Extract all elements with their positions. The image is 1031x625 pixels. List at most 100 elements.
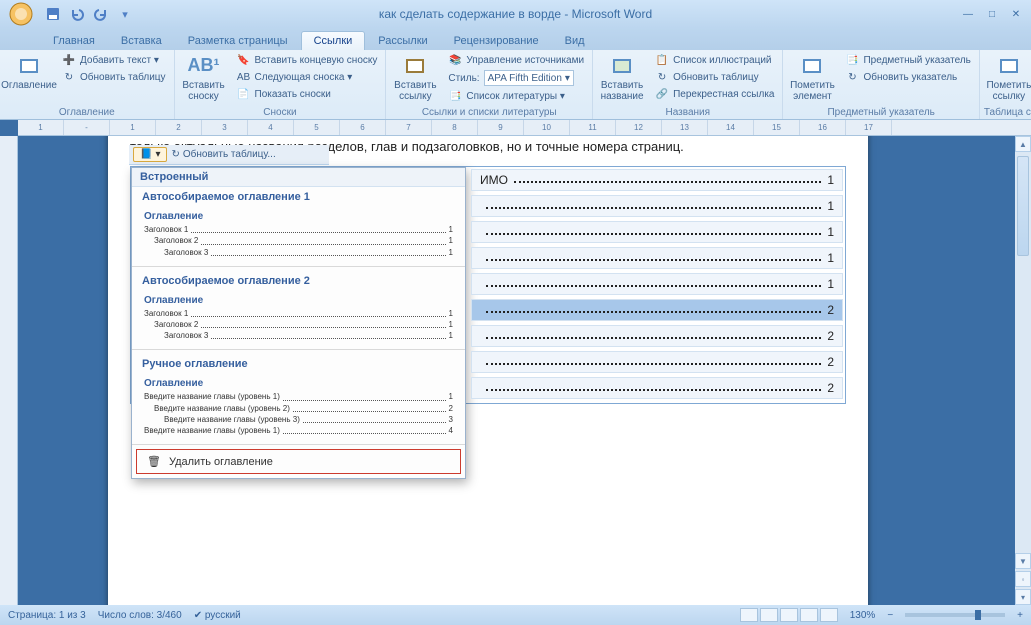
scroll-up-button[interactable]: ▲ xyxy=(1015,136,1031,152)
mark-citation-button[interactable]: Пометить ссылку xyxy=(984,52,1031,104)
toc-entry[interactable]: ИМО1 xyxy=(471,169,843,191)
refresh-icon: ↻ xyxy=(171,149,179,160)
status-lang[interactable]: ✔ русский xyxy=(194,610,241,621)
gallery-preview[interactable]: ОглавлениеЗаголовок 11Заголовок 21Заголо… xyxy=(144,293,453,342)
toc-entry[interactable]: 1 xyxy=(471,221,843,243)
title-bar: ▾ как сделать содержание в ворде - Micro… xyxy=(0,0,1031,28)
mark-entry-button[interactable]: Пометить элемент xyxy=(787,52,837,104)
tab-вид[interactable]: Вид xyxy=(552,31,598,50)
close-button[interactable]: ✕ xyxy=(1005,6,1027,22)
tab-рассылки[interactable]: Рассылки xyxy=(365,31,440,50)
mark-cite-icon xyxy=(995,54,1023,78)
redo-icon[interactable] xyxy=(92,5,110,23)
bibliography-button[interactable]: 📑Список литературы ▾ xyxy=(444,88,588,104)
draft-view[interactable] xyxy=(820,608,838,622)
toc-entry[interactable]: 1 xyxy=(471,247,843,269)
toc-entry[interactable]: 1 xyxy=(471,273,843,295)
vertical-scrollbar[interactable]: ▲ ▼ ◦ ▾ xyxy=(1015,136,1031,605)
cross-reference-button[interactable]: 🔗Перекрестная ссылка xyxy=(651,86,778,102)
ribbon-tabs: ГлавнаяВставкаРазметка страницыСсылкиРас… xyxy=(0,28,1031,50)
toc-entry[interactable]: 2 xyxy=(471,377,843,399)
group-footnotes: AB¹ Вставить сноску 🔖Вставить концевую с… xyxy=(175,50,387,119)
group-captions: Вставить название 📋Список иллюстраций ↻О… xyxy=(593,50,783,119)
style-dropdown[interactable]: Стиль: APA Fifth Edition▾ xyxy=(444,69,588,87)
footnote-icon: AB¹ xyxy=(190,54,218,78)
toc-icon xyxy=(15,54,43,78)
zoom-level[interactable]: 130% xyxy=(850,610,876,621)
tab-главная[interactable]: Главная xyxy=(40,31,108,50)
remove-toc-action[interactable]: 🗑Удалить оглавление xyxy=(136,449,461,474)
citation-icon xyxy=(401,54,429,78)
figure-list-button[interactable]: 📋Список иллюстраций xyxy=(651,52,778,68)
status-bar: Страница: 1 из 3 Число слов: 3/460 ✔ рус… xyxy=(0,605,1031,625)
qat-more-icon[interactable]: ▾ xyxy=(116,5,134,23)
book-icon: 📘 xyxy=(140,149,152,160)
zoom-slider[interactable] xyxy=(905,613,1005,617)
gallery-item-title[interactable]: Ручное оглавление xyxy=(132,354,465,372)
print-layout-view[interactable] xyxy=(740,608,758,622)
plus-icon: ➕ xyxy=(62,53,76,67)
gallery-preview[interactable]: ОглавлениеВведите название главы (уровен… xyxy=(144,376,453,436)
document-canvas: только актуальные названия разделов, гла… xyxy=(18,136,1015,605)
toc-entry[interactable]: 2 xyxy=(471,299,843,321)
update-caption-table-button[interactable]: ↻Обновить таблицу xyxy=(651,69,778,85)
toc-entry[interactable]: 2 xyxy=(471,351,843,373)
vertical-ruler[interactable] xyxy=(0,136,18,605)
gallery-preview[interactable]: ОглавлениеЗаголовок 11Заголовок 21Заголо… xyxy=(144,209,453,258)
next-page-button[interactable]: ▾ xyxy=(1015,589,1031,605)
scroll-thumb[interactable] xyxy=(1017,156,1029,256)
group-citations: Вставить ссылку 📚Управление источниками … xyxy=(386,50,593,119)
scroll-down-button[interactable]: ▼ xyxy=(1015,553,1031,569)
toc-entry[interactable]: 1 xyxy=(471,195,843,217)
gallery-item-title[interactable]: Автособираемое оглавление 2 xyxy=(132,271,465,289)
toc-update-button[interactable]: ↻Обновить таблицу... xyxy=(171,149,275,160)
save-icon[interactable] xyxy=(44,5,62,23)
group-index: Пометить элемент 📑Предметный указатель ↻… xyxy=(783,50,979,119)
toc-field-menu-button[interactable]: 📘▾ xyxy=(133,147,167,162)
add-text-button[interactable]: ➕Добавить текст ▾ xyxy=(58,52,170,68)
tab-ссылки[interactable]: Ссылки xyxy=(301,31,366,50)
minimize-button[interactable]: — xyxy=(957,6,979,22)
group-toc: Оглавление ➕Добавить текст ▾ ↻Обновить т… xyxy=(0,50,175,119)
insert-footnote-button[interactable]: AB¹ Вставить сноску xyxy=(179,52,229,104)
status-page[interactable]: Страница: 1 из 3 xyxy=(8,610,86,621)
prev-page-button[interactable]: ◦ xyxy=(1015,571,1031,587)
update-table-button[interactable]: ↻Обновить таблицу xyxy=(58,69,170,85)
window-title: как сделать содержание в ворде - Microso… xyxy=(379,7,652,21)
tab-рецензирование[interactable]: Рецензирование xyxy=(441,31,552,50)
maximize-button[interactable]: □ xyxy=(981,6,1003,22)
outline-view[interactable] xyxy=(800,608,818,622)
ribbon: Оглавление ➕Добавить текст ▾ ↻Обновить т… xyxy=(0,50,1031,120)
insert-endnote-button[interactable]: 🔖Вставить концевую сноску xyxy=(233,52,382,68)
status-words[interactable]: Число слов: 3/460 xyxy=(98,610,182,621)
update-index-button[interactable]: ↻Обновить указатель xyxy=(841,69,974,85)
toc-field[interactable]: 📘▾ ↻Обновить таблицу... ВстроенныйАвтосо… xyxy=(130,166,846,404)
insert-citation-button[interactable]: Вставить ссылку xyxy=(390,52,440,104)
dropdown-header: Встроенный xyxy=(132,168,465,187)
manage-sources-button[interactable]: 📚Управление источниками xyxy=(444,52,588,68)
toc-entry[interactable]: 2 xyxy=(471,325,843,347)
tab-вставка[interactable]: Вставка xyxy=(108,31,175,50)
reading-view[interactable] xyxy=(760,608,778,622)
group-authorities: Пометить ссылку Таблица ссылок xyxy=(980,50,1031,119)
page: только актуальные названия разделов, гла… xyxy=(108,136,868,605)
next-footnote-button[interactable]: ABСледующая сноска ▾ xyxy=(233,69,382,85)
office-button[interactable] xyxy=(4,0,38,28)
workspace: 1-1234567891011121314151617 только актуа… xyxy=(0,120,1031,605)
show-footnotes-button[interactable]: 📄Показать сноски xyxy=(233,86,382,102)
undo-icon[interactable] xyxy=(68,5,86,23)
insert-index-button[interactable]: 📑Предметный указатель xyxy=(841,52,974,68)
toc-gallery-dropdown: ВстроенныйАвтособираемое оглавление 1 Огл… xyxy=(131,167,466,479)
zoom-out-button[interactable]: − xyxy=(887,610,893,621)
horizontal-ruler[interactable]: 1-1234567891011121314151617 xyxy=(18,120,1031,136)
zoom-in-button[interactable]: + xyxy=(1017,610,1023,621)
web-view[interactable] xyxy=(780,608,798,622)
delete-icon: 🗑 xyxy=(147,455,161,468)
view-buttons xyxy=(740,608,838,622)
insert-caption-button[interactable]: Вставить название xyxy=(597,52,647,104)
toc-button[interactable]: Оглавление xyxy=(4,52,54,93)
tab-разметка страницы[interactable]: Разметка страницы xyxy=(175,31,301,50)
spellcheck-icon: ✔ xyxy=(194,610,202,621)
quick-access-toolbar: ▾ xyxy=(44,5,134,23)
gallery-item-title[interactable]: Автособираемое оглавление 1 xyxy=(132,187,465,205)
